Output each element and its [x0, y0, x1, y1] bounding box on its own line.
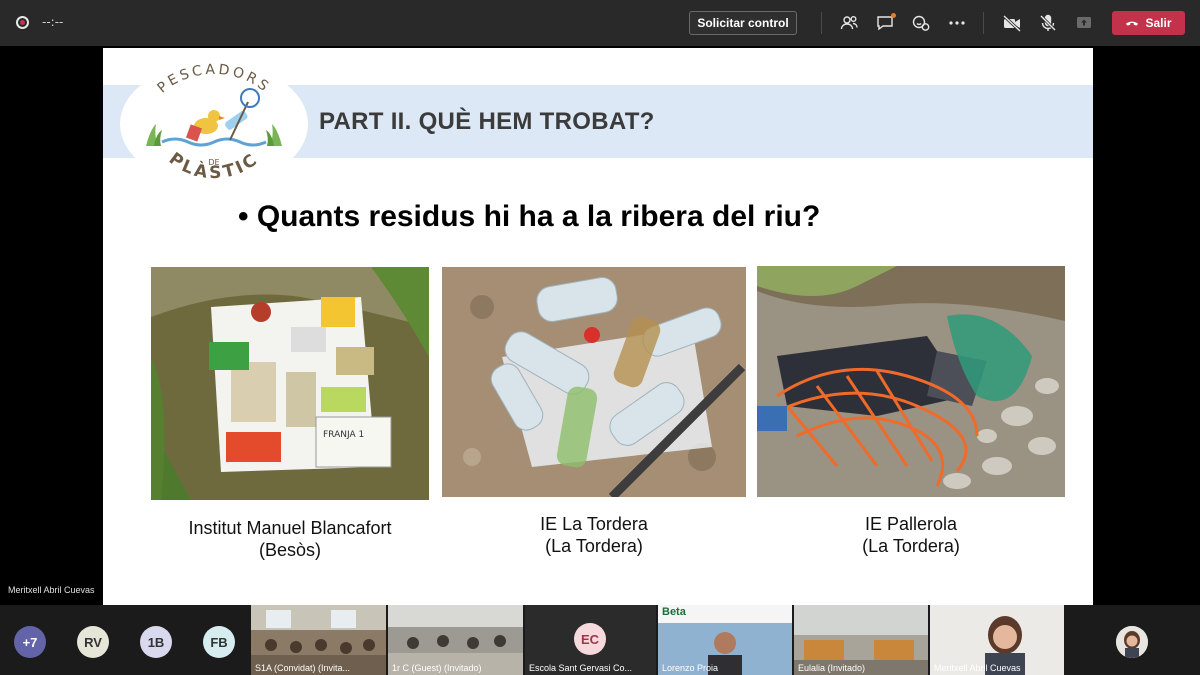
participant-tile[interactable]: Meritxell Abril Cuevas: [930, 605, 1064, 675]
presenter-name-label: Meritxell Abril Cuevas: [8, 585, 95, 595]
phone-hangup-icon: [1126, 21, 1139, 26]
participant-tile-label: Escola Sant Gervasi Co...: [529, 663, 633, 673]
camera-off-icon[interactable]: [1000, 11, 1024, 35]
participant-tile[interactable]: 1r C (Guest) (Invitado): [388, 605, 523, 675]
caption-ie-la-tordera: IE La Tordera (La Tordera): [442, 513, 746, 557]
participant-tile-label: S1A (Convidat) (Invita...: [255, 663, 351, 673]
participant-avatar-rv[interactable]: RV: [77, 626, 109, 658]
leave-button[interactable]: Salir: [1112, 11, 1185, 35]
caption-line: Institut Manuel Blancafort: [188, 518, 392, 538]
caption-line: (Besòs): [258, 540, 321, 560]
more-participants-button[interactable]: +7: [14, 626, 46, 658]
caption-line: IE La Tordera: [540, 514, 648, 534]
participant-tile[interactable]: Beta Lorenzo Proia: [658, 605, 792, 675]
recording-icon: [16, 16, 29, 29]
caption-ie-pallerola: IE Pallerola (La Tordera): [757, 513, 1065, 557]
participant-strip: +7 RV 1B FB S1A (Convidat) (Invita... 1r…: [0, 605, 1200, 675]
share-screen-icon[interactable]: [1072, 11, 1096, 35]
chat-icon[interactable]: [873, 11, 897, 35]
self-view-avatar[interactable]: [1116, 626, 1148, 658]
participant-tile[interactable]: Eulalia (Invitado): [794, 605, 928, 675]
caption-institut-manuel-blancafort: Institut Manuel Blancafort (Besòs): [151, 517, 429, 561]
participant-tile-label: 1r C (Guest) (Invitado): [392, 663, 482, 673]
participants-icon[interactable]: [837, 11, 861, 35]
microphone-off-icon[interactable]: [1036, 11, 1060, 35]
toolbar-divider: [821, 12, 822, 34]
caption-line: (La Tordera): [545, 536, 643, 556]
more-options-icon[interactable]: [945, 11, 969, 35]
participant-tile-label: Meritxell Abril Cuevas: [934, 663, 1021, 673]
meeting-toolbar: --:-- Solicitar control Salir: [0, 0, 1200, 46]
toolbar-divider: [983, 12, 984, 34]
participant-tile[interactable]: S1A (Convidat) (Invita...: [251, 605, 386, 675]
caption-line: IE Pallerola: [864, 514, 958, 534]
photo-institut-manuel-blancafort: FRANJA 1: [151, 267, 429, 500]
photo-ie-la-tordera: [442, 267, 746, 497]
caption-line: (La Tordera): [862, 536, 960, 556]
photo-ie-pallerola: [757, 266, 1065, 497]
participant-tile[interactable]: EC Escola Sant Gervasi Co...: [525, 605, 656, 675]
chat-notification-badge: [891, 13, 896, 18]
leave-label: Salir: [1145, 16, 1172, 30]
participant-avatar-ec: EC: [574, 623, 606, 655]
participant-avatar-fb[interactable]: FB: [203, 626, 235, 658]
shared-slide: PESCADORS PLÀSTIC DE PART II. QUÈ HEM TR…: [103, 48, 1093, 605]
participant-tile-label: Lorenzo Proia: [662, 663, 719, 673]
slide-title: PART II. QUÈ HEM TROBAT?: [319, 108, 655, 135]
request-control-button[interactable]: Solicitar control: [689, 11, 797, 35]
participant-banner-text: Beta: [662, 606, 686, 618]
slide-bullet-question: • Quants residus hi ha a la ribera del r…: [238, 200, 821, 233]
svg-text:FRANJA 1: FRANJA 1: [323, 430, 364, 440]
pescadors-de-plastic-logo: PESCADORS PLÀSTIC DE: [120, 62, 308, 186]
svg-text:DE: DE: [208, 158, 219, 167]
meeting-timer: --:--: [42, 15, 64, 29]
participant-tile-label: Eulalia (Invitado): [798, 663, 866, 673]
reactions-icon[interactable]: [909, 11, 933, 35]
participant-avatar-1b[interactable]: 1B: [140, 626, 172, 658]
